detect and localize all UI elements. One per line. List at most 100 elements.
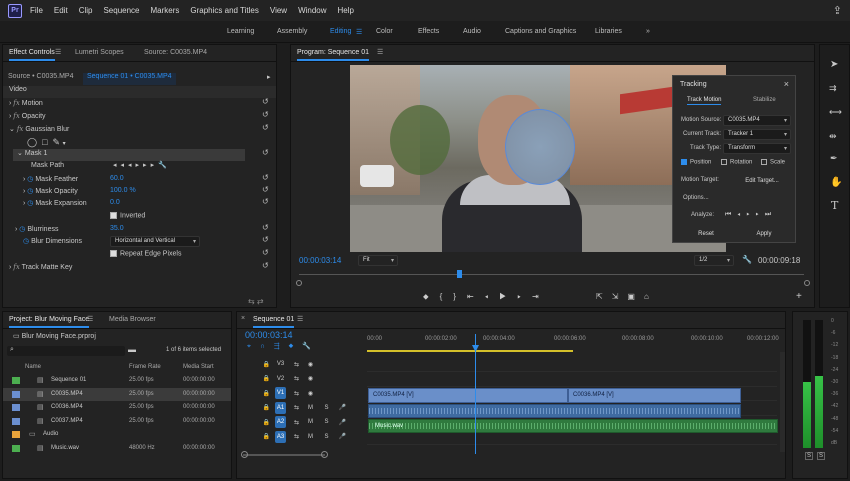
reset-icon[interactable]: ↺	[262, 248, 269, 257]
menu-help[interactable]: Help	[338, 6, 354, 15]
timeline-tools[interactable]: ⌖∩⇶⬥🔧	[247, 342, 320, 351]
time-ruler[interactable]: 00:00 00:00:02:00 00:00:04:00 00:00:06:00 00…	[367, 334, 782, 350]
ellipse-mask-icon[interactable]: ◯	[27, 137, 37, 147]
work-area-bar[interactable]	[367, 350, 573, 352]
fx-icon[interactable]: fx	[13, 99, 20, 107]
mute-track-button[interactable]: M	[305, 416, 316, 428]
solo-track-button[interactable]: S	[321, 416, 332, 428]
menu-file[interactable]: File	[30, 6, 43, 15]
label-color-swatch[interactable]	[12, 377, 20, 384]
close-tab-icon[interactable]: ×	[241, 315, 245, 322]
reset-icon[interactable]: ↺	[262, 173, 269, 182]
expand-icon[interactable]: ›	[9, 100, 11, 107]
reset-icon[interactable]: ↺	[262, 223, 269, 232]
label-color-swatch[interactable]	[12, 417, 20, 425]
checkbox-icon[interactable]	[681, 159, 687, 165]
program-timecode[interactable]: 00:00:03:14	[299, 256, 341, 265]
ws-color[interactable]: Color	[376, 28, 393, 35]
reset-icon[interactable]: ↺	[262, 185, 269, 194]
project-item[interactable]: ▭ Audio	[3, 428, 231, 441]
label-color-swatch[interactable]	[12, 431, 20, 438]
type-tool-icon[interactable]: T	[831, 199, 838, 212]
checkbox-icon[interactable]	[110, 212, 117, 219]
voiceover-record-icon[interactable]: 🎤	[337, 416, 348, 428]
close-icon[interactable]: ×	[784, 79, 789, 89]
video-clip-c0036[interactable]: C0036.MP4 [V]	[568, 388, 741, 403]
toggle-output-icon[interactable]: ◉	[305, 387, 316, 399]
reset-icon[interactable]: ↺	[262, 123, 269, 132]
ws-learning[interactable]: Learning	[227, 28, 254, 35]
zoom-handle[interactable]	[321, 451, 328, 458]
blur-dimensions-dropdown[interactable]: Horizontal and Vertical	[110, 236, 200, 247]
tab-sequence[interactable]: Sequence 01	[253, 316, 295, 328]
program-title[interactable]: Program: Sequence 01	[297, 49, 369, 61]
share-icon[interactable]: ⇪	[833, 4, 842, 17]
reset-icon[interactable]: ↺	[262, 110, 269, 119]
track-target-v2[interactable]: V2	[275, 373, 286, 385]
mask-1-row[interactable]: ⌄ Mask 1	[13, 149, 245, 161]
menu-view[interactable]: View	[270, 6, 287, 15]
project-item[interactable]: ▤ C0037.MP4 25.00 fps 00:00:00:00	[3, 415, 231, 428]
motion-row[interactable]: › fx Motion	[9, 99, 43, 111]
sync-lock-icon[interactable]: ⇆	[291, 373, 302, 385]
track-target-a3[interactable]: A3	[275, 430, 286, 443]
analyze-controls[interactable]: ⏮◂▸▸⏭	[725, 211, 777, 219]
reset-icon[interactable]: ↺	[262, 261, 269, 270]
fit-dropdown[interactable]: Fit	[358, 255, 398, 266]
hand-tool-icon[interactable]: ✋	[830, 177, 842, 188]
zoom-handle[interactable]	[804, 280, 810, 286]
col-frame-rate[interactable]: Frame Rate	[129, 364, 161, 370]
timeline-scrollbar[interactable]	[780, 352, 785, 452]
expand-icon[interactable]: ›	[9, 113, 11, 120]
track-type-dropdown[interactable]: Transform	[723, 143, 791, 154]
panel-menu-icon[interactable]: ☰	[87, 315, 93, 323]
voiceover-record-icon[interactable]: 🎤	[337, 402, 348, 414]
timeline-zoom-bar[interactable]	[243, 454, 325, 456]
new-bin-icon[interactable]: ▬	[128, 345, 136, 354]
track-target-a1[interactable]: A1	[275, 401, 286, 414]
sync-lock-icon[interactable]: ⇆	[291, 387, 302, 399]
mask-opacity-value[interactable]: 100.0 %	[110, 187, 136, 199]
timeline-playhead[interactable]	[475, 334, 476, 454]
checkbox-icon[interactable]	[761, 159, 767, 165]
mask-feather-value[interactable]: 60.0	[110, 175, 124, 187]
tab-effect-controls[interactable]: Effect Controls	[9, 49, 55, 61]
video-clip-c0035[interactable]: C0035.MP4 [V]	[368, 388, 568, 403]
wrench-icon[interactable]: 🔧	[742, 255, 752, 264]
edit-target-button[interactable]: Edit Target...	[733, 175, 791, 187]
track-target-a2[interactable]: A2	[275, 416, 286, 428]
sync-lock-icon[interactable]: ⇆	[291, 431, 302, 443]
label-color-swatch[interactable]	[12, 404, 20, 411]
project-item[interactable]: ▤ Music.wav 48000 Hz 00:00:00:00	[3, 442, 231, 455]
mute-track-button[interactable]: M	[305, 402, 316, 414]
track-target-v3[interactable]: V3	[275, 358, 286, 370]
lock-track-icon[interactable]: 🔒	[261, 373, 272, 385]
rect-mask-icon[interactable]: □	[42, 137, 47, 147]
checkbox-icon[interactable]	[721, 159, 727, 165]
options-button[interactable]: Options...	[683, 195, 709, 201]
menu-sequence[interactable]: Sequence	[103, 6, 139, 15]
label-color-swatch[interactable]	[12, 444, 20, 452]
voiceover-record-icon[interactable]: 🎤	[337, 431, 348, 443]
scale-checkbox[interactable]: Scale	[761, 159, 785, 166]
ws-libraries[interactable]: Libraries	[595, 28, 622, 35]
col-name[interactable]: Name	[25, 364, 41, 370]
filter-icon[interactable]: ⇆ ⇄	[248, 297, 264, 306]
music-clip[interactable]: Music.wav	[368, 419, 778, 433]
selection-tool-icon[interactable]: ➤	[830, 59, 838, 70]
checkbox-icon[interactable]	[110, 250, 117, 257]
tab-lumetri-scopes[interactable]: Lumetri Scopes	[75, 49, 124, 56]
tab-media-browser[interactable]: Media Browser	[109, 316, 156, 323]
position-checkbox[interactable]: Position	[681, 159, 711, 166]
mute-track-button[interactable]: M	[305, 431, 316, 443]
fx-icon[interactable]: fx	[13, 263, 20, 271]
tab-stabilize[interactable]: Stabilize	[753, 97, 776, 103]
panel-menu-icon[interactable]: ☰	[55, 48, 61, 56]
panel-menu-icon[interactable]: ☰	[297, 315, 303, 323]
chevron-down-icon[interactable]: ▾	[63, 141, 66, 147]
pen-tool-icon[interactable]: ✒	[830, 153, 838, 164]
lock-track-icon[interactable]: 🔒	[261, 358, 272, 370]
project-item[interactable]: ▤ C0036.MP4 25.00 fps 00:00:00:00	[3, 401, 231, 414]
solo-left-button[interactable]: S	[805, 452, 814, 460]
program-tools[interactable]: ⇱⇲▣⌂	[596, 292, 658, 301]
